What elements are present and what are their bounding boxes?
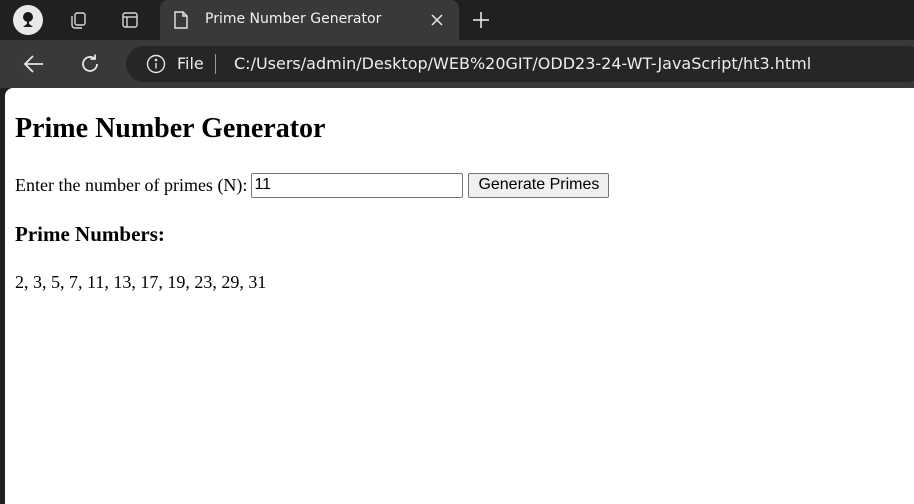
document-icon xyxy=(172,10,190,35)
browser-toolbar: File C:/Users/admin/Desktop/WEB%20GIT/OD… xyxy=(0,40,914,88)
workspaces-button[interactable] xyxy=(62,4,94,36)
primes-output: 2, 3, 5, 7, 11, 13, 17, 19, 23, 29, 31 xyxy=(15,272,267,292)
page-title: Prime Number Generator xyxy=(15,113,326,144)
close-icon xyxy=(431,14,443,26)
address-bar[interactable]: File C:/Users/admin/Desktop/WEB%20GIT/OD… xyxy=(126,46,914,82)
back-button[interactable] xyxy=(16,48,52,80)
info-icon[interactable] xyxy=(146,54,166,79)
tab-strip: Prime Number Generator xyxy=(0,0,914,40)
primes-count-input[interactable] xyxy=(251,172,464,198)
back-arrow-icon xyxy=(23,55,43,73)
new-tab-button[interactable] xyxy=(465,4,497,36)
profile-avatar-icon xyxy=(13,5,43,35)
tab-actions-button[interactable] xyxy=(114,4,146,36)
primes-count-label: Enter the number of primes (N): xyxy=(15,174,248,195)
active-tab[interactable]: Prime Number Generator xyxy=(160,0,459,40)
tab-title: Prime Number Generator xyxy=(205,11,382,27)
address-separator xyxy=(215,54,216,74)
results-heading: Prime Numbers: xyxy=(15,222,165,246)
primes-form: Enter the number of primes (N): Generate… xyxy=(15,172,610,198)
profile-button[interactable] xyxy=(12,4,44,36)
generate-primes-button[interactable]: Generate Primes xyxy=(468,172,610,198)
tab-actions-icon xyxy=(122,12,138,28)
plus-icon xyxy=(473,12,489,28)
page-viewport: Prime Number Generator Enter the number … xyxy=(5,88,914,504)
close-tab-button[interactable] xyxy=(423,6,451,34)
url-text[interactable]: C:/Users/admin/Desktop/WEB%20GIT/ODD23-2… xyxy=(234,54,811,73)
refresh-button[interactable] xyxy=(72,48,108,80)
scheme-label[interactable]: File xyxy=(177,54,204,73)
refresh-icon xyxy=(82,54,98,72)
workspaces-icon xyxy=(71,12,86,29)
